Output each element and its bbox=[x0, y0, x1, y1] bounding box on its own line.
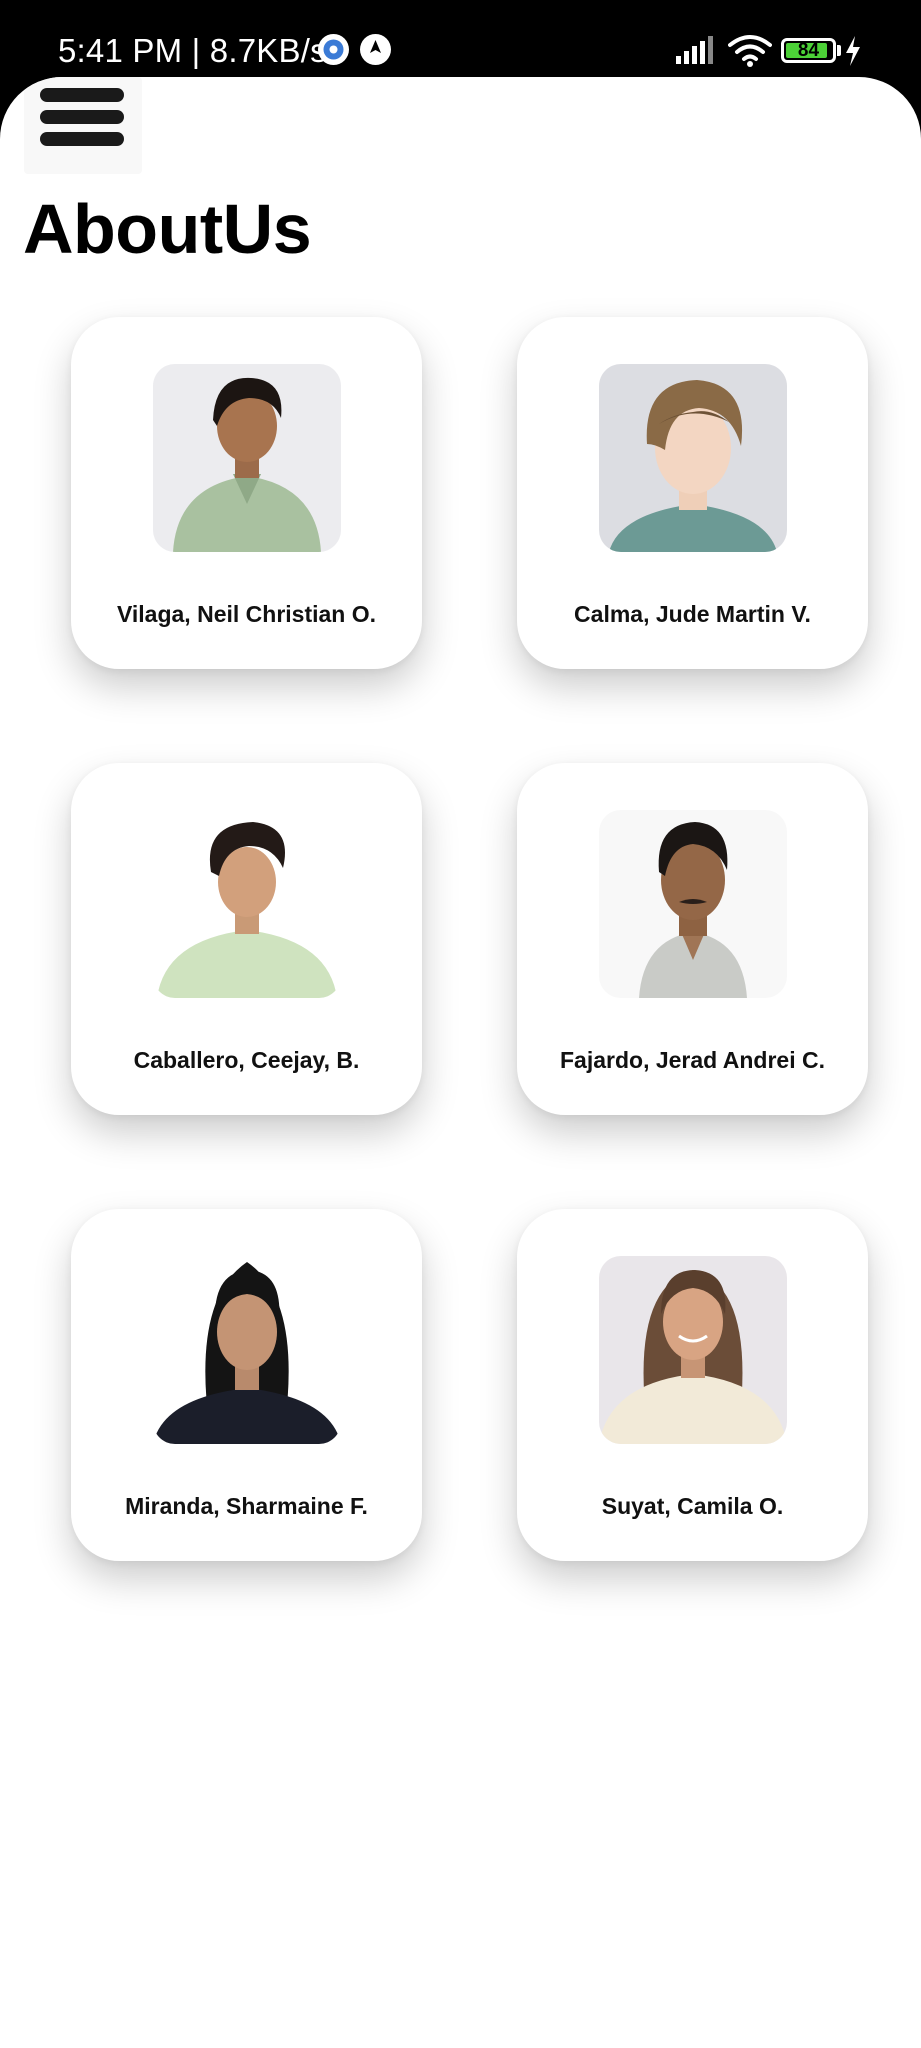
menu-button[interactable] bbox=[24, 77, 142, 174]
member-card[interactable]: Caballero, Ceejay, B. bbox=[71, 763, 422, 1115]
member-name: Suyat, Camila O. bbox=[601, 1493, 784, 1519]
wifi-icon bbox=[728, 35, 772, 67]
charging-bolt-icon bbox=[846, 36, 860, 66]
member-card[interactable]: Miranda, Sharmaine F. bbox=[71, 1209, 422, 1561]
member-name: Fajardo, Jerad Andrei C. bbox=[560, 1047, 825, 1073]
member-name: Caballero, Ceejay, B. bbox=[133, 1047, 360, 1073]
member-photo bbox=[153, 364, 341, 552]
page-content: AboutUs Vilaga, Neil Christian O. Calma,… bbox=[0, 77, 921, 2048]
member-name: Calma, Jude Martin V. bbox=[574, 601, 811, 627]
battery-icon: 84 bbox=[781, 38, 836, 63]
member-photo bbox=[599, 810, 787, 998]
member-card[interactable]: Suyat, Camila O. bbox=[517, 1209, 868, 1561]
member-photo bbox=[153, 1256, 341, 1444]
page-title: AboutUs bbox=[23, 190, 312, 268]
member-name: Vilaga, Neil Christian O. bbox=[116, 601, 377, 627]
member-photo bbox=[599, 364, 787, 552]
status-time: 5:41 PM | 8.7KB/s bbox=[58, 32, 327, 69]
member-card[interactable]: Vilaga, Neil Christian O. bbox=[71, 317, 422, 669]
status-bar: 5:41 PM | 8.7KB/s 84 bbox=[0, 0, 921, 78]
battery-tip bbox=[837, 45, 841, 56]
member-card[interactable]: Fajardo, Jerad Andrei C. bbox=[517, 763, 868, 1115]
member-card[interactable]: Calma, Jude Martin V. bbox=[517, 317, 868, 669]
member-photo bbox=[599, 1256, 787, 1444]
battery-level: 84 bbox=[797, 40, 820, 61]
member-name: Miranda, Sharmaine F. bbox=[125, 1493, 368, 1519]
gear-icon bbox=[318, 34, 349, 65]
member-photo bbox=[153, 810, 341, 998]
signal-icon bbox=[676, 36, 713, 64]
location-pin-icon bbox=[360, 34, 391, 65]
